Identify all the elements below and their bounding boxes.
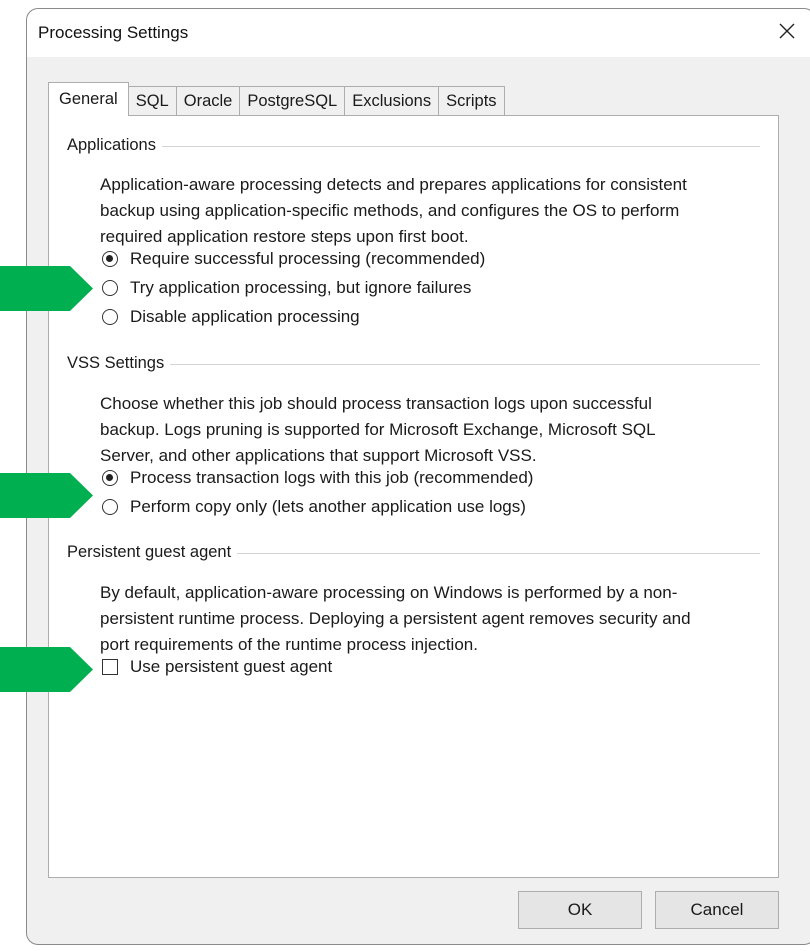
use-persistent-guest-agent-checkbox[interactable]: Use persistent guest agent: [102, 655, 332, 679]
require-successful-processing-radio[interactable]: Require successful processing (recommend…: [102, 247, 485, 271]
disable-application-processing-radio[interactable]: Disable application processing: [102, 305, 360, 329]
applications-group-title: Applications: [67, 136, 162, 155]
tab-general[interactable]: General: [48, 82, 129, 116]
radio-label: Process transaction logs with this job (…: [130, 468, 534, 487]
guest-agent-description-line: By default, application-aware processing…: [100, 583, 678, 602]
vss-description-line: backup. Logs pruning is supported for Mi…: [100, 420, 656, 439]
cancel-button[interactable]: Cancel: [655, 891, 779, 929]
tab-strip: General SQL Oracle PostgreSQL Exclusions…: [48, 82, 505, 116]
green-arrow-icon: [0, 266, 93, 311]
radio-label: Require successful processing (recommend…: [130, 249, 486, 268]
tab-exclusions[interactable]: Exclusions: [344, 86, 440, 116]
radio-selected-icon: [102, 470, 118, 486]
applications-group-divider: [69, 146, 760, 147]
vss-description-line: Choose whether this job should process t…: [100, 394, 652, 413]
guest-agent-description-line: persistent runtime process. Deploying a …: [100, 609, 691, 628]
applications-description: Application-aware processing detects and…: [100, 172, 760, 250]
tab-sql[interactable]: SQL: [127, 86, 177, 116]
try-application-processing-radio[interactable]: Try application processing, but ignore f…: [102, 276, 471, 300]
green-arrow-icon: [0, 647, 93, 692]
radio-label: Try application processing, but ignore f…: [130, 278, 472, 297]
radio-selected-icon: [102, 251, 118, 267]
close-button[interactable]: [769, 15, 805, 47]
radio-label: Disable application processing: [130, 307, 360, 326]
applications-description-line: Application-aware processing detects and…: [100, 175, 687, 194]
vss-description: Choose whether this job should process t…: [100, 391, 760, 469]
radio-unselected-icon: [102, 309, 118, 325]
guest-agent-group-title: Persistent guest agent: [67, 543, 238, 562]
process-transaction-logs-radio[interactable]: Process transaction logs with this job (…: [102, 466, 533, 490]
applications-description-line: backup using application-specific method…: [100, 201, 680, 220]
perform-copy-only-radio[interactable]: Perform copy only (lets another applicat…: [102, 495, 526, 519]
tab-scripts[interactable]: Scripts: [438, 86, 505, 116]
checkbox-unchecked-icon: [102, 659, 118, 675]
general-tab-panel: Applications Application-aware processin…: [48, 115, 779, 878]
vss-group-title: VSS Settings: [67, 354, 171, 373]
radio-unselected-icon: [102, 280, 118, 296]
title-bar: Processing Settings: [27, 9, 810, 57]
checkbox-label: Use persistent guest agent: [130, 657, 333, 676]
radio-label: Perform copy only (lets another applicat…: [130, 497, 526, 516]
green-arrow-icon: [0, 473, 93, 518]
ok-button[interactable]: OK: [518, 891, 642, 929]
close-icon: [779, 23, 795, 39]
radio-unselected-icon: [102, 499, 118, 515]
tab-postgresql[interactable]: PostgreSQL: [239, 86, 346, 116]
dialog-title: Processing Settings: [38, 23, 189, 42]
guest-agent-description: By default, application-aware processing…: [100, 580, 760, 658]
tab-oracle[interactable]: Oracle: [175, 86, 241, 116]
vss-group-divider: [69, 364, 760, 365]
